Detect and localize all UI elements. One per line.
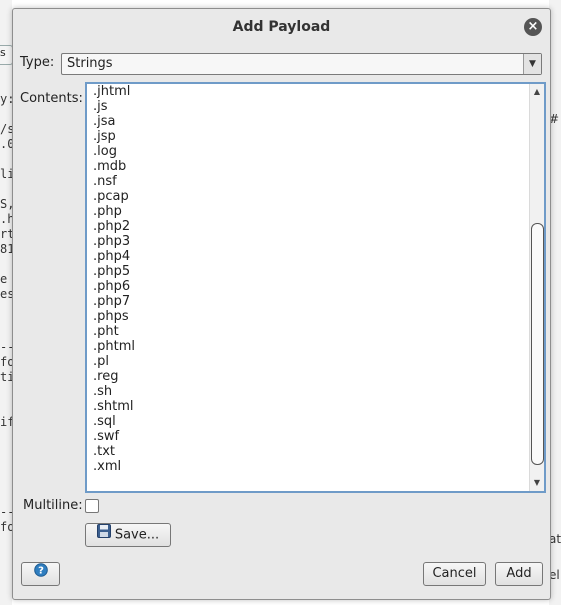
list-item[interactable]: .jhtml [93, 84, 523, 99]
list-item[interactable]: .php [93, 204, 523, 219]
contents-label: Contents: [20, 91, 83, 106]
list-item[interactable]: .php7 [93, 294, 523, 309]
cancel-button[interactable]: Cancel [423, 562, 486, 586]
multiline-label: Multiline: [23, 498, 83, 513]
list-item[interactable]: .jsa [93, 114, 523, 129]
list-item[interactable]: .txt [93, 444, 523, 459]
contents-scrollbar[interactable]: ▲ ▼ [529, 84, 544, 491]
list-item[interactable]: .php2 [93, 219, 523, 234]
scroll-up-icon[interactable]: ▲ [530, 85, 544, 99]
multiline-checkbox[interactable] [85, 499, 99, 513]
list-item[interactable]: .shtml [93, 399, 523, 414]
list-item[interactable]: .nsf [93, 174, 523, 189]
svg-text:?: ? [38, 566, 44, 577]
help-button[interactable]: ? [21, 562, 60, 586]
scroll-thumb[interactable] [531, 223, 544, 465]
type-select[interactable]: Strings ▼ [61, 53, 542, 75]
list-item[interactable]: .reg [93, 369, 523, 384]
list-item[interactable]: .php4 [93, 249, 523, 264]
list-item[interactable]: .pl [93, 354, 523, 369]
save-button-label: Save... [114, 527, 160, 543]
help-icon: ? [33, 563, 48, 585]
chevron-down-icon[interactable]: ▼ [523, 54, 541, 74]
add-button[interactable]: Add [495, 562, 543, 586]
contents-list[interactable]: .jhtml .js .jsa .jsp .log .mdb .nsf .pcap .php .p… [93, 84, 523, 491]
list-item[interactable]: .phtml [93, 339, 523, 354]
list-item[interactable]: .js [93, 99, 523, 114]
save-button[interactable]: Save... [85, 523, 171, 547]
list-item[interactable]: .log [93, 144, 523, 159]
add-payload-dialog: Add Payload × Type: Strings ▼ Contents: … [12, 8, 551, 600]
list-item[interactable]: .php6 [93, 279, 523, 294]
list-item[interactable]: .php5 [93, 264, 523, 279]
list-item[interactable]: .swf [93, 429, 523, 444]
scroll-down-icon[interactable]: ▼ [530, 476, 544, 490]
list-item[interactable]: .php3 [93, 234, 523, 249]
list-item[interactable]: .xml [93, 459, 523, 474]
contents-textarea[interactable]: .jhtml .js .jsa .jsp .log .mdb .nsf .pcap .php .p… [85, 82, 546, 493]
list-item[interactable]: .mdb [93, 159, 523, 174]
list-item[interactable]: .pht [93, 324, 523, 339]
type-selected-value: Strings [67, 56, 113, 71]
list-item[interactable]: .phps [93, 309, 523, 324]
dialog-title: Add Payload [232, 19, 331, 35]
scroll-track[interactable] [531, 100, 544, 475]
list-item[interactable]: .sh [93, 384, 523, 399]
close-icon[interactable]: × [524, 18, 542, 36]
list-item[interactable]: .pcap [93, 189, 523, 204]
floppy-disk-icon [96, 524, 111, 546]
list-item[interactable]: .jsp [93, 129, 523, 144]
list-item[interactable]: .sql [93, 414, 523, 429]
type-label: Type: [20, 55, 55, 70]
